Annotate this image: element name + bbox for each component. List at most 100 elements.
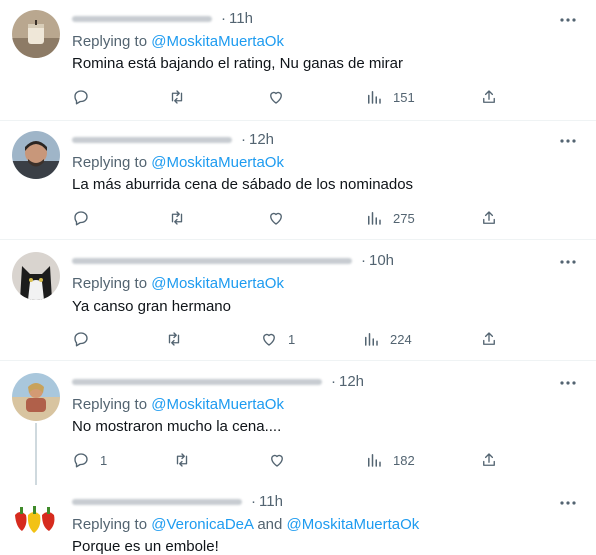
mention-link[interactable]: @VeronicaDeA [151,516,253,533]
replying-label: Replying to [72,396,148,413]
reply-button[interactable] [72,207,100,229]
retweet-button[interactable] [173,449,201,471]
tweet-text: Porque es un embole! [72,538,219,555]
avatar-cat-image [12,252,60,300]
avatar-man-image [12,131,60,179]
views-button[interactable]: 224 [362,328,412,350]
more-icon[interactable] [558,373,578,393]
author-name-blurred[interactable] [72,258,352,265]
timestamp[interactable]: 12h [339,373,364,390]
share-button[interactable] [480,86,498,108]
tweet-2[interactable]: · 12h Replying to @MoskitaMuertaOk La más… [0,121,596,239]
tweet-header: · 11h [72,493,283,513]
retweet-icon [176,453,188,467]
mention-link[interactable]: @MoskitaMuertaOk [151,396,284,413]
avatar-candle-image [12,10,60,58]
more-icon[interactable] [558,10,578,30]
mention-link[interactable]: @MoskitaMuertaOk [287,516,420,533]
reply-button[interactable]: 1 [72,449,107,471]
like-button[interactable] [268,449,296,471]
share-icon [483,332,495,345]
mention-link[interactable]: @MoskitaMuertaOk [151,33,284,50]
retweet-button[interactable] [168,207,196,229]
mention-link[interactable]: @MoskitaMuertaOk [151,154,284,171]
view-count: 224 [390,331,412,347]
avatar[interactable] [12,10,60,58]
views-icon [368,91,381,104]
views-button[interactable]: 275 [365,207,415,229]
share-icon [483,453,495,466]
reply-icon [74,332,88,347]
reply-button[interactable] [72,86,100,108]
replying-label: Replying to [72,275,148,292]
avatar[interactable] [12,252,60,300]
reply-icon [74,90,88,105]
tweet-text: Romina está bajando el rating, Nu ganas … [72,55,404,72]
thread-connector [35,423,37,485]
share-button[interactable] [480,449,498,471]
timestamp[interactable]: 12h [249,131,274,148]
author-name-blurred[interactable] [72,137,232,144]
tweet-4[interactable]: · 12h Replying to @MoskitaMuertaOk No mos… [0,361,596,485]
retweet-icon [171,90,183,104]
tweet-5[interactable]: · 11h Replying to @VeronicaDeA and @Moski… [0,481,596,555]
tweet-1[interactable]: · 11h Replying to @MoskitaMuertaOk Romina… [0,0,596,120]
avatar-peppers-image [12,493,60,541]
share-icon [483,211,495,224]
share-button[interactable] [480,207,498,229]
more-icon[interactable] [558,252,578,272]
heart-icon [263,333,275,346]
replying-to: Replying to @VeronicaDeA and @MoskitaMue… [72,516,419,533]
tweet-text: Ya canso gran hermano [72,298,231,315]
author-name-blurred[interactable] [72,499,242,506]
tweet-actions: 275 [72,207,512,229]
tweet-text: La más aburrida cena de sábado de los no… [72,176,414,193]
tweet-3[interactable]: · 10h Replying to @MoskitaMuertaOk Ya can… [0,240,596,360]
share-button[interactable] [480,328,498,350]
views-button[interactable]: 151 [365,86,415,108]
reply-icon [74,453,88,468]
tweet-actions: 1 224 [72,328,512,350]
tweet-text: No mostraron mucho la cena.... [72,418,282,435]
reply-count: 1 [100,452,108,468]
like-button[interactable]: 1 [260,328,295,350]
replying-to: Replying to @MoskitaMuertaOk [72,275,284,292]
heart-icon [271,454,283,467]
replying-to: Replying to @MoskitaMuertaOk [72,396,284,413]
reply-icon [74,211,88,226]
tweet-header: · 12h [72,131,274,151]
timestamp[interactable]: 11h [229,10,253,27]
view-count: 151 [393,89,415,105]
retweet-button[interactable] [168,86,196,108]
views-icon [365,333,378,346]
avatar-beach-image [12,373,60,421]
more-icon[interactable] [558,131,578,151]
like-button[interactable] [267,207,295,229]
view-count: 182 [393,452,415,468]
replies-feed: · 11h Replying to @MoskitaMuertaOk Romina… [0,0,596,555]
views-button[interactable]: 182 [365,449,415,471]
view-count: 275 [393,210,415,226]
views-icon [368,454,381,467]
share-icon [483,90,495,103]
retweet-icon [168,332,180,346]
retweet-button[interactable] [165,328,193,350]
replying-label: Replying to [72,33,148,50]
more-icon[interactable] [558,493,578,513]
reply-button[interactable] [72,328,100,350]
heart-icon [270,212,282,225]
and-label: and [257,516,283,533]
avatar[interactable] [12,493,60,541]
timestamp[interactable]: 10h [369,252,394,269]
author-name-blurred[interactable] [72,16,212,23]
avatar[interactable] [12,131,60,179]
avatar[interactable] [12,373,60,421]
retweet-icon [171,211,183,225]
replying-to: Replying to @MoskitaMuertaOk [72,33,284,50]
like-button[interactable] [267,86,295,108]
tweet-actions: 151 [72,86,512,108]
views-icon [368,212,381,225]
author-name-blurred[interactable] [72,379,322,386]
timestamp[interactable]: 11h [259,493,283,510]
mention-link[interactable]: @MoskitaMuertaOk [151,275,284,292]
